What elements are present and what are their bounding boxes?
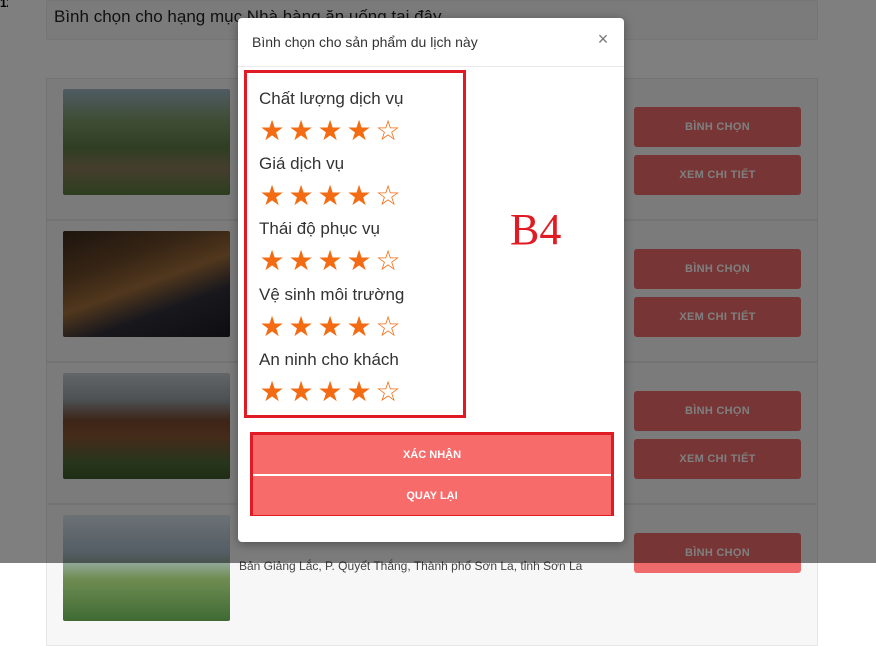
criterion-hygiene: Vệ sinh môi trường ★ ★ ★ ★ ☆	[259, 285, 404, 343]
star-filled-icon[interactable]: ★	[288, 180, 314, 212]
criterion-label: Vệ sinh môi trường	[259, 285, 405, 304]
star-filled-icon[interactable]: ★	[317, 311, 343, 343]
star-empty-icon[interactable]: ☆	[375, 376, 401, 408]
actions-highlight-box: XÁC NHẬN QUAY LẠI	[250, 432, 614, 516]
star-filled-icon[interactable]: ★	[259, 245, 285, 277]
star-filled-icon[interactable]: ★	[259, 180, 285, 212]
star-empty-icon[interactable]: ☆	[375, 180, 401, 212]
star-rating: ★ ★ ★ ★ ☆	[259, 245, 401, 277]
criterion-label: An ninh cho khách	[259, 350, 399, 369]
criterion-attitude: Thái độ phục vụ ★ ★ ★ ★ ☆	[259, 219, 401, 277]
star-empty-icon[interactable]: ☆	[375, 115, 401, 147]
criterion-security: An ninh cho khách ★ ★ ★ ★ ☆	[259, 350, 401, 408]
criterion-label: Chất lượng dịch vụ	[259, 89, 404, 108]
star-empty-icon[interactable]: ☆	[375, 245, 401, 277]
star-filled-icon[interactable]: ★	[346, 376, 372, 408]
criterion-price: Giá dịch vụ ★ ★ ★ ★ ☆	[259, 154, 401, 212]
star-rating: ★ ★ ★ ★ ☆	[259, 115, 403, 147]
close-icon[interactable]: ×	[592, 28, 614, 50]
modal-header: Bình chọn cho sản phẩm du lịch này ×	[238, 18, 624, 67]
star-filled-icon[interactable]: ★	[317, 115, 343, 147]
criterion-service-quality: Chất lượng dịch vụ ★ ★ ★ ★ ☆	[259, 89, 403, 147]
star-filled-icon[interactable]: ★	[259, 311, 285, 343]
confirm-button[interactable]: XÁC NHẬN	[253, 435, 611, 474]
back-button[interactable]: QUAY LẠI	[253, 476, 611, 515]
criterion-label: Giá dịch vụ	[259, 154, 345, 173]
modal-title: Bình chọn cho sản phẩm du lịch này	[252, 34, 478, 50]
star-rating: ★ ★ ★ ★ ☆	[259, 376, 401, 408]
star-filled-icon[interactable]: ★	[259, 376, 285, 408]
criterion-label: Thái độ phục vụ	[259, 219, 380, 238]
star-rating: ★ ★ ★ ★ ☆	[259, 180, 401, 212]
star-rating: ★ ★ ★ ★ ☆	[259, 311, 404, 343]
star-filled-icon[interactable]: ★	[317, 180, 343, 212]
star-filled-icon[interactable]: ★	[346, 311, 372, 343]
star-empty-icon[interactable]: ☆	[375, 311, 401, 343]
star-filled-icon[interactable]: ★	[288, 311, 314, 343]
star-filled-icon[interactable]: ★	[346, 245, 372, 277]
star-filled-icon[interactable]: ★	[346, 115, 372, 147]
star-filled-icon[interactable]: ★	[288, 376, 314, 408]
rating-modal: Bình chọn cho sản phẩm du lịch này × Chấ…	[238, 18, 624, 542]
step-annotation: B4	[510, 205, 562, 254]
star-filled-icon[interactable]: ★	[346, 180, 372, 212]
star-filled-icon[interactable]: ★	[317, 376, 343, 408]
star-filled-icon[interactable]: ★	[259, 115, 285, 147]
criteria-highlight-box: Chất lượng dịch vụ ★ ★ ★ ★ ☆ Giá dịch vụ ★ ★ ★…	[244, 70, 466, 418]
star-filled-icon[interactable]: ★	[317, 245, 343, 277]
star-filled-icon[interactable]: ★	[288, 115, 314, 147]
star-filled-icon[interactable]: ★	[288, 245, 314, 277]
